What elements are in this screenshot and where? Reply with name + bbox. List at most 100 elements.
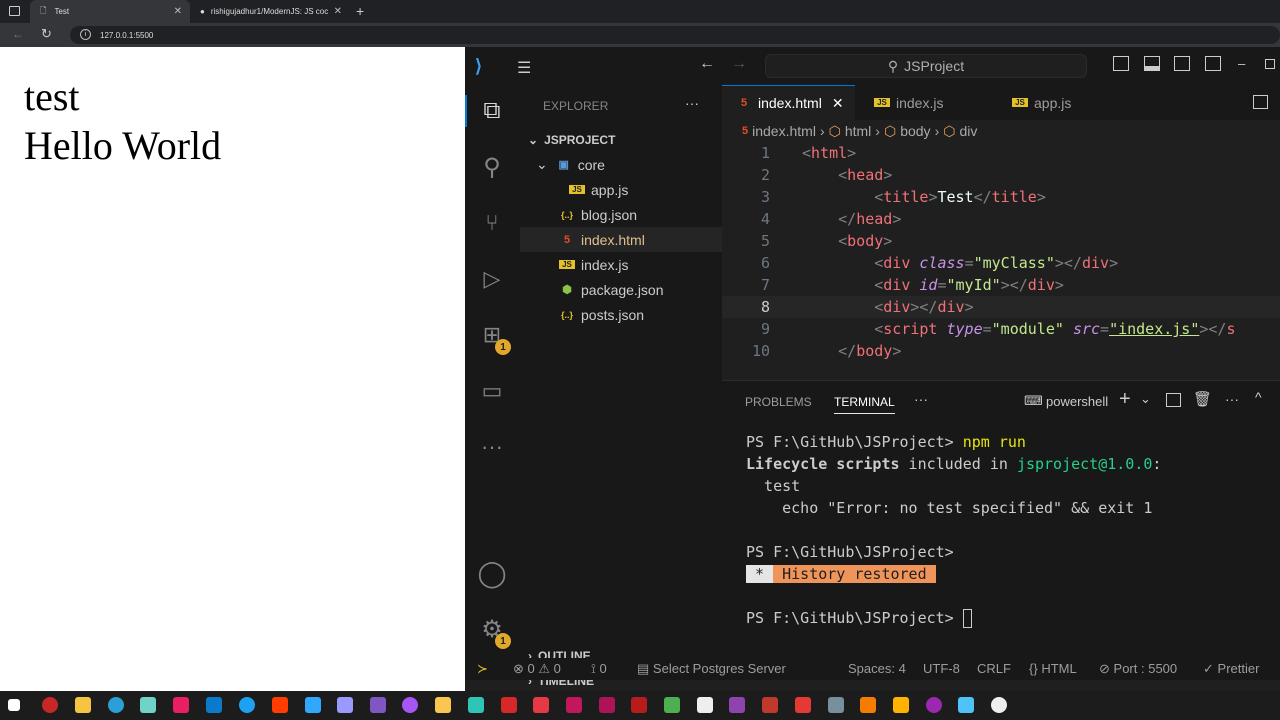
run-debug-icon[interactable]: ▷	[476, 263, 508, 295]
browser-tab-github[interactable]: ● rishigujadhur1/ModernJS: JS coc ✕	[190, 0, 350, 23]
app-icon[interactable]	[239, 697, 255, 713]
remote-explorer-icon[interactable]: ▭	[476, 375, 508, 407]
close-icon[interactable]: ✕	[334, 6, 342, 17]
breadcrumb-item[interactable]: html	[845, 123, 871, 139]
photoshop-icon[interactable]	[305, 697, 321, 713]
explorer-item-package-json[interactable]: ⬢ package.json	[520, 277, 722, 302]
live-server-port-status[interactable]: ⊘ Port : 5500	[1099, 661, 1177, 677]
remote-icon[interactable]: ≻	[477, 661, 488, 677]
explorer-item-app-js[interactable]: JS app.js	[520, 177, 722, 202]
explorer-item-core[interactable]: ⌄ ▣ core	[520, 152, 722, 177]
source-control-icon[interactable]: ⑂	[476, 207, 508, 239]
terminal-shell-label[interactable]: powershell	[1046, 394, 1108, 409]
code-editor[interactable]: 1 <html> 2 <head> 3 <title>Test</title> 4 </…	[722, 142, 1280, 420]
close-icon[interactable]: ✕	[832, 95, 844, 112]
visual-studio-icon[interactable]	[729, 697, 745, 713]
chevron-up-icon[interactable]: ^	[1255, 389, 1262, 405]
illustrator-icon[interactable]	[272, 697, 288, 713]
customize-layout-icon[interactable]	[1205, 56, 1221, 71]
layout-panel-icon[interactable]	[1144, 56, 1160, 71]
breadcrumb-item[interactable]: div	[959, 123, 977, 139]
breadcrumb-item[interactable]: index.html	[752, 123, 816, 139]
back-icon[interactable]: ←	[12, 27, 24, 41]
explorer-icon[interactable]: ⧉	[476, 95, 508, 127]
postgres-status[interactable]: ▤ Select Postgres Server	[637, 661, 786, 677]
app-icon[interactable]	[566, 697, 582, 713]
app-icon[interactable]	[697, 697, 713, 713]
explorer-more-icon[interactable]: ···	[685, 95, 699, 111]
prettier-status[interactable]: ✓ Prettier	[1203, 661, 1259, 677]
app-icon[interactable]	[501, 697, 517, 713]
app-icon[interactable]	[762, 697, 778, 713]
nav-back-icon[interactable]: ←	[699, 55, 715, 73]
eol-status[interactable]: CRLF	[977, 661, 1011, 676]
app-icon[interactable]	[958, 697, 974, 713]
app-icon[interactable]	[991, 697, 1007, 713]
tab-terminal[interactable]: TERMINAL	[834, 395, 895, 414]
filezilla-icon[interactable]	[795, 697, 811, 713]
panel-more-icon[interactable]: ···	[914, 391, 928, 407]
more-icon[interactable]: ···	[476, 431, 508, 463]
app-icon[interactable]	[533, 697, 549, 713]
maximize-icon[interactable]	[1265, 59, 1275, 69]
problems-status[interactable]: ⊗ 0 ⚠ 0	[513, 661, 561, 677]
command-center[interactable]: ⚲ JSProject	[765, 54, 1087, 78]
close-icon[interactable]: ✕	[174, 6, 182, 17]
new-terminal-icon[interactable]: +	[1119, 388, 1131, 411]
app-icon[interactable]	[42, 697, 58, 713]
settings-gear-icon[interactable]: ⚙ 1	[476, 613, 511, 649]
app-icon[interactable]	[599, 697, 615, 713]
terminal-more-icon[interactable]: ···	[1225, 391, 1239, 407]
app-icon[interactable]	[370, 697, 386, 713]
app-icon[interactable]	[402, 697, 418, 713]
start-icon[interactable]	[8, 699, 20, 711]
title-bar: ⟩ ☰ ← → ⚲ JSProject –	[465, 47, 1280, 85]
breadcrumb-item[interactable]: body	[900, 123, 930, 139]
reload-icon[interactable]: ↻	[41, 26, 52, 42]
explorer-item-index-js[interactable]: JS index.js	[520, 252, 722, 277]
app-icon[interactable]	[860, 697, 876, 713]
app-icon[interactable]	[926, 697, 942, 713]
edge-icon[interactable]	[108, 697, 124, 713]
explorer-item-blog-json[interactable]: {..} blog.json	[520, 202, 722, 227]
app-icon[interactable]	[631, 697, 647, 713]
extensions-icon[interactable]: ⊞ 1	[476, 319, 511, 355]
browser-window-icon[interactable]	[9, 6, 20, 16]
app-icon[interactable]	[140, 697, 156, 713]
chevron-down-icon[interactable]: ⌄	[1140, 391, 1151, 407]
layout-secondary-sidebar-icon[interactable]	[1174, 56, 1190, 71]
browser-tab-test[interactable]: 🗋 Test ✕	[30, 0, 190, 23]
minimize-icon[interactable]: –	[1238, 56, 1245, 71]
account-icon[interactable]: ◯	[476, 557, 508, 589]
project-root[interactable]: ⌄ JSPROJECT	[520, 127, 722, 152]
app-icon[interactable]	[664, 697, 680, 713]
vscode-taskbar-icon[interactable]	[206, 697, 222, 713]
app-icon[interactable]	[468, 697, 484, 713]
menu-icon[interactable]: ☰	[517, 58, 531, 78]
ports-status[interactable]: ⟟ 0	[591, 661, 607, 677]
tab-index-js[interactable]: JS index.js	[860, 85, 995, 120]
layout-sidebar-icon[interactable]	[1113, 56, 1129, 71]
app-icon[interactable]	[828, 697, 844, 713]
trash-icon[interactable]: 🗑	[1193, 390, 1212, 408]
search-icon[interactable]: ⚲	[476, 151, 508, 183]
file-explorer-icon[interactable]	[75, 697, 91, 713]
app-icon[interactable]	[893, 697, 909, 713]
tab-app-js[interactable]: JS app.js	[998, 85, 1133, 120]
address-bar[interactable]: i 127.0.0.1:5500	[70, 26, 1280, 44]
split-editor-icon[interactable]	[1253, 95, 1268, 109]
app-icon[interactable]	[173, 697, 189, 713]
new-tab-button[interactable]: +	[356, 3, 364, 19]
tab-problems[interactable]: PROBLEMS	[745, 395, 812, 409]
nav-forward-icon[interactable]: →	[731, 55, 747, 73]
language-status[interactable]: {} HTML	[1029, 661, 1077, 676]
explorer-item-posts-json[interactable]: {..} posts.json	[520, 302, 722, 327]
explorer-item-index-html[interactable]: 5 index.html	[520, 227, 722, 252]
indent-status[interactable]: Spaces: 4	[848, 661, 906, 676]
premiere-icon[interactable]	[337, 697, 353, 713]
encoding-status[interactable]: UTF-8	[923, 661, 960, 676]
split-terminal-icon[interactable]	[1166, 393, 1181, 407]
tab-index-html[interactable]: 5 index.html ✕	[722, 85, 855, 120]
terminal-line[interactable]: PS F:\GitHub\JSProject>	[746, 609, 972, 628]
app-icon[interactable]	[435, 697, 451, 713]
